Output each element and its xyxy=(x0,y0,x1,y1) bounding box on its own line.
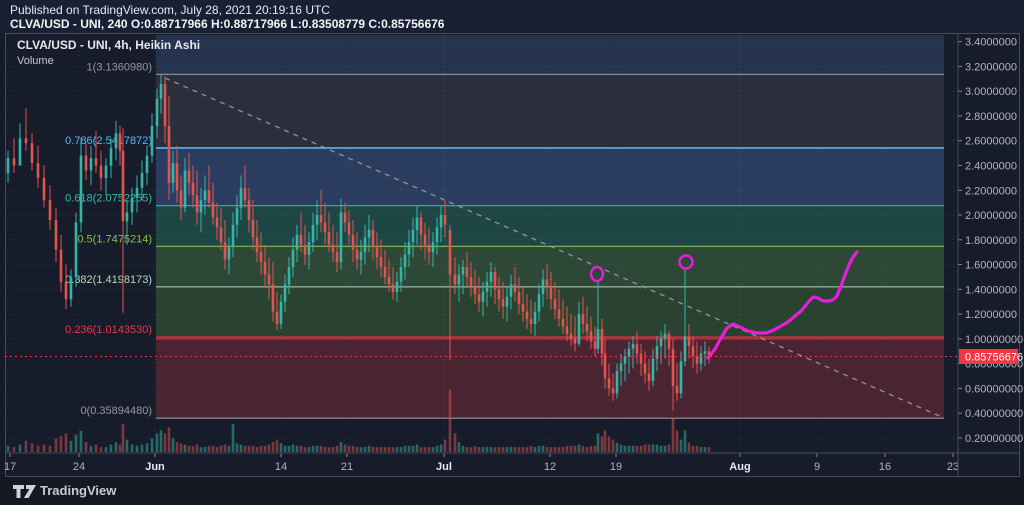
price-tick-label: 0.40000000 xyxy=(965,408,1023,420)
published-chart-page: Published on TradingView.com, July 28, 2… xyxy=(0,0,1024,505)
price-tick-label: 1.8000000 xyxy=(965,235,1017,247)
price-tick-label: 2.6000000 xyxy=(965,136,1017,148)
time-tick-label: 14 xyxy=(275,461,287,473)
price-tick-label: 3.4000000 xyxy=(965,37,1017,49)
price-tick-label: 1.4000000 xyxy=(965,284,1017,296)
time-tick-label: Aug xyxy=(729,461,750,473)
price-axis: 3.4000000 3.2000000 3.0000000 2.8000000 2.60… xyxy=(958,37,1023,445)
price-tick-label: 1.6000000 xyxy=(965,260,1017,272)
last-price-label: 0.85756676 xyxy=(965,351,1023,363)
time-tick-label: 16 xyxy=(879,461,891,473)
time-tick-label: 12 xyxy=(544,461,556,473)
time-axis: 17 24 Jun 14 21 Jul 12 19 Aug 9 16 23 xyxy=(4,453,959,473)
price-tick-label: 0.60000000 xyxy=(965,383,1023,395)
price-tick-label: 2.4000000 xyxy=(965,161,1017,173)
time-tick-label: 21 xyxy=(341,461,353,473)
price-tick-label: 3.2000000 xyxy=(965,61,1017,73)
price-tick-label: 2.2000000 xyxy=(965,185,1017,197)
time-tick-label: 17 xyxy=(4,461,16,473)
price-tick-label: 2.0000000 xyxy=(965,210,1017,222)
time-tick-label: 23 xyxy=(947,461,959,473)
time-tick-label: 24 xyxy=(73,461,85,473)
price-tick-label: 1.2000000 xyxy=(965,309,1017,321)
price-tick-label: 3.0000000 xyxy=(965,86,1017,98)
time-tick-label: Jun xyxy=(145,461,165,473)
chart-canvas-svg: 1(3.1360980)0.786(2.5417872)0.618(2.0752… xyxy=(0,0,1024,505)
chart-canvas[interactable] xyxy=(5,35,958,453)
price-tick-label: 2.8000000 xyxy=(965,111,1017,123)
time-tick-label: 19 xyxy=(610,461,622,473)
time-tick-label: 9 xyxy=(814,461,820,473)
time-tick-label: Jul xyxy=(436,461,452,473)
price-tick-label: 0.20000000 xyxy=(965,433,1023,445)
price-tick-label: 1.00000000 xyxy=(965,334,1023,346)
